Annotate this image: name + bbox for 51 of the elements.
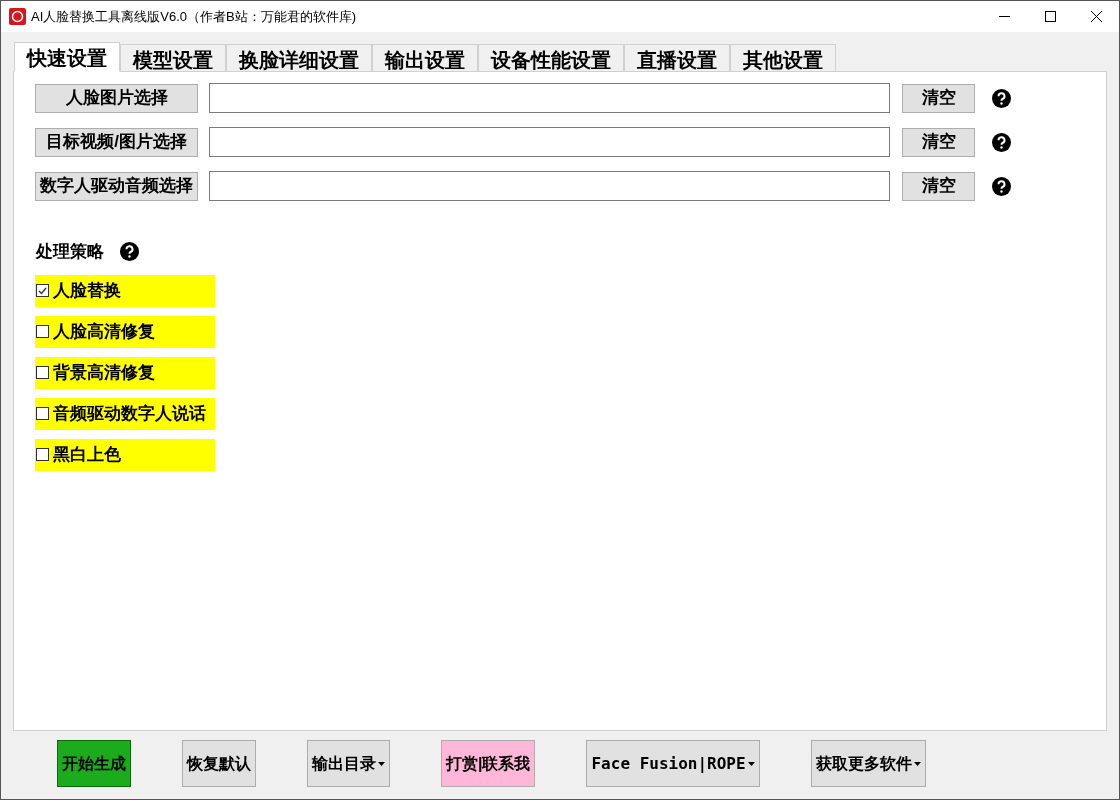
- checkbox[interactable]: [36, 284, 49, 297]
- caret-icon: [378, 761, 385, 766]
- action-button[interactable]: Face Fusion|ROPE: [586, 740, 760, 787]
- strategy-option[interactable]: 人脸替换: [35, 274, 215, 307]
- strategy-option[interactable]: 黑白上色: [35, 438, 215, 471]
- action-button[interactable]: 恢复默认: [182, 740, 256, 787]
- maximize-icon: [1044, 11, 1056, 22]
- clear-button[interactable]: 清空: [902, 171, 975, 201]
- option-label: 黑白上色: [53, 443, 121, 466]
- help-icon[interactable]: [992, 132, 1011, 152]
- action-button[interactable]: 打赏|联系我: [441, 740, 536, 787]
- close-icon: [1090, 11, 1102, 22]
- tab[interactable]: 其他设置: [730, 44, 836, 71]
- option-label: 音频驱动数字人说话: [53, 402, 206, 425]
- tab[interactable]: 快速设置: [14, 42, 120, 72]
- app-logo-icon: [9, 8, 26, 25]
- option-label: 背景高清修复: [53, 361, 155, 384]
- checkbox[interactable]: [36, 407, 49, 420]
- strategy-label: 处理策略: [36, 241, 104, 263]
- path-field[interactable]: [209, 127, 890, 157]
- help-icon[interactable]: [120, 242, 139, 262]
- window-title: AI人脸替换工具离线版V6.0（作者B站：万能君的软件库): [31, 7, 357, 26]
- tab[interactable]: 模型设置: [120, 44, 226, 71]
- clear-button[interactable]: 清空: [902, 127, 975, 157]
- checkmark-icon: [38, 286, 47, 295]
- option-label: 人脸替换: [53, 279, 121, 302]
- file-select-button[interactable]: 目标视频/图片选择: [35, 127, 198, 157]
- action-button[interactable]: 输出目录: [307, 740, 390, 787]
- strategy-option[interactable]: 人脸高清修复: [35, 315, 215, 348]
- tab[interactable]: 直播设置: [624, 44, 730, 71]
- strategy-option[interactable]: 背景高清修复: [35, 356, 215, 389]
- help-icon[interactable]: [992, 88, 1011, 108]
- strategy-option[interactable]: 音频驱动数字人说话: [35, 397, 215, 430]
- tab[interactable]: 换脸详细设置: [226, 44, 372, 71]
- help-icon[interactable]: [992, 176, 1011, 196]
- file-select-button[interactable]: 数字人驱动音频选择: [35, 171, 198, 201]
- action-button[interactable]: 获取更多软件: [810, 740, 926, 787]
- checkbox[interactable]: [36, 366, 49, 379]
- clear-button[interactable]: 清空: [902, 83, 975, 113]
- caret-icon: [913, 761, 921, 766]
- tab[interactable]: 输出设置: [372, 44, 478, 71]
- option-label: 人脸高清修复: [53, 320, 155, 343]
- tab[interactable]: 设备性能设置: [478, 44, 624, 71]
- checkbox[interactable]: [36, 448, 49, 461]
- caret-icon: [747, 761, 755, 766]
- checkbox[interactable]: [36, 325, 49, 338]
- path-field[interactable]: [209, 171, 890, 201]
- path-field[interactable]: [209, 83, 890, 113]
- file-select-button[interactable]: 人脸图片选择: [35, 83, 198, 113]
- minimize-icon: [998, 16, 1010, 17]
- action-button[interactable]: 开始生成: [57, 740, 131, 787]
